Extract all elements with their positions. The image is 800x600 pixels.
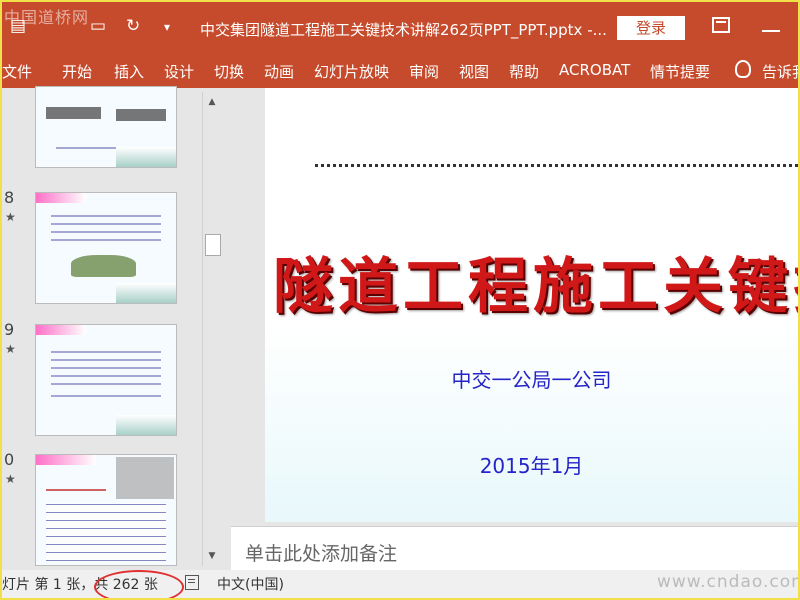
tab-view[interactable]: 视图	[459, 61, 489, 82]
tab-insert[interactable]: 插入	[114, 61, 144, 82]
tab-storyboard[interactable]: 情节提要	[650, 61, 710, 82]
slide-number: 9	[4, 320, 15, 339]
notes-pane[interactable]: 单击此处添加备注	[231, 526, 798, 571]
annotation-circle	[94, 570, 184, 598]
ribbon-tabs: 文件 开始 插入 设计 切换 动画 幻灯片放映 审阅 视图 帮助 ACROBAT…	[2, 54, 798, 88]
language-indicator[interactable]: 中文(中国)	[217, 574, 284, 594]
minimize-icon[interactable]	[762, 30, 780, 32]
slide-thumbnail-10[interactable]	[35, 454, 177, 566]
slideshow-icon[interactable]: ▭	[90, 16, 106, 36]
slide-title[interactable]: 隧道工程施工关键技	[273, 238, 798, 325]
scroll-thumb[interactable]	[205, 234, 221, 256]
slide-number: 0	[4, 450, 15, 469]
tab-design[interactable]: 设计	[164, 61, 194, 82]
thumbnail-pane: 8 ★ 9 ★ 0 ★	[2, 86, 222, 570]
slide-number: 8	[4, 188, 15, 207]
ribbon-display-icon[interactable]	[712, 17, 730, 33]
powerpoint-window: 中国道桥网 ▤ ▭ ↻ ▾ 中交集团隧道工程施工关键技术讲解262页PPT_PP…	[0, 0, 800, 600]
slide-organization[interactable]: 中交一公局一公司	[265, 364, 798, 393]
tab-tell-me[interactable]: 告诉我	[762, 61, 798, 82]
tab-help[interactable]: 帮助	[509, 61, 539, 82]
tab-file[interactable]: 文件	[2, 61, 32, 82]
animation-star-icon: ★	[5, 210, 16, 224]
tab-animations[interactable]: 动画	[264, 61, 294, 82]
watermark-site: www.cndao.com	[657, 572, 800, 592]
login-button[interactable]: 登录	[617, 16, 685, 40]
editor-gutter	[222, 88, 265, 522]
notes-placeholder[interactable]: 单击此处添加备注	[245, 539, 397, 566]
tab-review[interactable]: 审阅	[409, 61, 439, 82]
thumbnail-scrollbar[interactable]: ▲ ▼	[202, 92, 221, 566]
customize-icon[interactable]: ▾	[164, 20, 170, 34]
scroll-down-icon[interactable]: ▼	[206, 550, 218, 562]
slide-thumbnail-8[interactable]	[35, 192, 177, 304]
document-title: 中交集团隧道工程施工关键技术讲解262页PPT_PPT.pptx -...	[200, 21, 607, 39]
slide-thumbnail-7[interactable]	[35, 86, 177, 168]
tab-slideshow[interactable]: 幻灯片放映	[314, 61, 389, 82]
tab-acrobat[interactable]: ACROBAT	[559, 61, 630, 79]
slide-date[interactable]: 2015年1月	[265, 450, 798, 479]
scroll-up-icon[interactable]: ▲	[206, 96, 218, 108]
animation-star-icon: ★	[5, 472, 16, 486]
dotted-divider	[315, 164, 798, 167]
redo-icon[interactable]: ↻	[126, 16, 140, 36]
tab-home[interactable]: 开始	[62, 61, 92, 82]
slide-canvas[interactable]: 隧道工程施工关键技 中交一公局一公司 2015年1月	[265, 88, 798, 522]
slide-thumbnail-9[interactable]	[35, 324, 177, 436]
save-icon[interactable]: ▤	[10, 16, 26, 36]
title-bar: 中国道桥网 ▤ ▭ ↻ ▾ 中交集团隧道工程施工关键技术讲解262页PPT_PP…	[2, 2, 798, 54]
lightbulb-icon[interactable]	[735, 60, 751, 78]
animation-star-icon: ★	[5, 342, 16, 356]
spellcheck-icon[interactable]	[185, 575, 199, 590]
tab-transitions[interactable]: 切换	[214, 61, 244, 82]
